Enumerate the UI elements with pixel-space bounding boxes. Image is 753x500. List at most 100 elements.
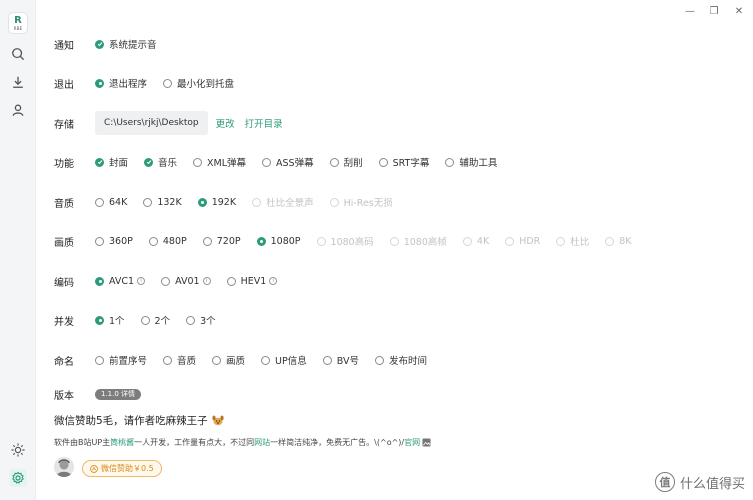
features-label: 功能	[54, 158, 74, 170]
radio-icon	[202, 236, 212, 246]
codec-av01-radio[interactable]: AV01 i	[161, 275, 211, 287]
naming-video-checkbox[interactable]: 画质	[212, 353, 245, 367]
radio-disabled-icon	[505, 236, 515, 246]
user-icon[interactable]	[9, 101, 27, 119]
info-icon[interactable]: i	[269, 277, 278, 285]
version-badge[interactable]: 1.1.0 详情	[95, 388, 142, 400]
video-label: 画质	[54, 237, 74, 249]
option-label: 720P	[216, 235, 241, 247]
naming-up-checkbox[interactable]: UP信息	[261, 353, 307, 367]
option-label: 64K	[109, 196, 128, 208]
feature-music-checkbox[interactable]: 音乐	[144, 155, 177, 169]
radio-selected-icon	[256, 236, 266, 246]
video-1080p-radio[interactable]: 1080P	[256, 235, 301, 247]
search-icon[interactable]	[9, 45, 27, 63]
close-button[interactable]: ✕	[732, 4, 746, 18]
storage-path-field[interactable]: C:\Users\rjkj\Desktop	[95, 111, 208, 135]
sponsor-description: 软件由B站UP主 筒桃酱 一人开发，工作量有点大，不过同 网站 一样简洁纯净，免…	[54, 437, 431, 448]
audio-192k-radio[interactable]: 192K	[197, 196, 237, 208]
video-dolby-radio: 杜比	[556, 234, 589, 248]
naming-index-checkbox[interactable]: 前置序号	[95, 353, 147, 367]
dog-emoji-icon	[212, 415, 224, 426]
option-label: 前置序号	[109, 356, 148, 367]
site-link[interactable]: 网站	[254, 437, 270, 448]
audio-dolby-radio: 杜比全景声	[252, 195, 314, 209]
audio-64k-radio[interactable]: 64K	[95, 197, 127, 208]
concurrency-3-radio[interactable]: 3个	[186, 313, 216, 327]
concurrency-1-radio[interactable]: 1个	[95, 313, 125, 327]
feature-srt-checkbox[interactable]: SRT字幕	[378, 155, 429, 169]
sun-icon[interactable]	[9, 441, 27, 459]
option-label: 最小化到托盘	[177, 79, 235, 90]
info-icon[interactable]: i	[202, 277, 211, 285]
option-label: AVC1	[109, 275, 135, 287]
option-label: 1080高码	[330, 237, 374, 248]
video-1080-highfps-radio: 1080高帧	[389, 234, 447, 248]
codec-hev1-radio[interactable]: HEV1 i	[226, 276, 278, 287]
option-label: 2个	[154, 316, 171, 327]
option-label: AV01	[175, 275, 200, 287]
radio-icon	[163, 78, 173, 88]
option-label: 杜比全景声	[266, 198, 314, 209]
maximize-button[interactable]: ❐	[707, 4, 721, 18]
avatar-image-icon	[54, 457, 74, 477]
notify-sound-checkbox[interactable]: 系统提示音	[95, 37, 157, 51]
option-label: 1080P	[270, 235, 301, 247]
option-label: ASS弹幕	[276, 158, 314, 169]
watermark: 值 什么值得买	[654, 472, 745, 492]
naming-audio-checkbox[interactable]: 音质	[163, 353, 196, 367]
concurrency-2-radio[interactable]: 2个	[140, 313, 171, 327]
feature-scrape-checkbox[interactable]: 刮削	[329, 155, 363, 169]
author-link[interactable]: 筒桃酱	[110, 437, 134, 448]
minimize-button[interactable]: —	[683, 4, 697, 18]
checkbox-icon	[262, 157, 272, 167]
wechat-sponsor-button[interactable]: 微信赞助￥0.5	[82, 460, 162, 477]
radio-selected-icon	[95, 315, 104, 325]
option-label: 刮削	[343, 158, 363, 169]
naming-date-checkbox[interactable]: 发布时间	[374, 353, 427, 367]
video-hdr-radio: HDR	[505, 236, 540, 247]
checkbox-icon	[445, 157, 455, 167]
option-label: 192K	[211, 196, 237, 208]
change-path-link[interactable]: 更改	[216, 116, 235, 130]
radio-icon	[95, 236, 104, 246]
option-label: Hi-Res无损	[343, 198, 393, 209]
audio-132k-radio[interactable]: 132K	[143, 197, 182, 208]
info-icon[interactable]: i	[137, 277, 146, 285]
option-label: 3个	[200, 316, 216, 327]
gear-icon[interactable]	[9, 469, 27, 487]
official-site-link[interactable]: 官网	[404, 437, 420, 448]
version-label: 版本	[54, 390, 74, 402]
video-360p-radio[interactable]: 360P	[95, 236, 133, 247]
option-label: 退出程序	[109, 79, 148, 90]
sponsor-button-label: 微信赞助￥0.5	[101, 464, 154, 473]
option-label: 发布时间	[388, 356, 427, 367]
option-label: 杜比	[570, 237, 590, 248]
checkbox-icon	[378, 157, 388, 167]
feature-ass-checkbox[interactable]: ASS弹幕	[262, 155, 314, 169]
naming-bv-checkbox[interactable]: BV号	[322, 353, 359, 367]
option-label: 1080高帧	[403, 237, 447, 248]
minimize-tray-radio[interactable]: 最小化到托盘	[163, 76, 234, 90]
open-folder-link[interactable]: 打开目录	[245, 116, 283, 130]
radio-icon	[143, 197, 153, 207]
notify-label: 通知	[54, 40, 74, 52]
codec-avc1-radio[interactable]: AVC1 i	[95, 275, 146, 287]
watermark-logo-icon: 值	[654, 472, 675, 492]
watermark-text: 什么值得买	[679, 476, 745, 492]
download-icon[interactable]	[9, 73, 27, 91]
option-label: 系统提示音	[109, 40, 157, 51]
option-label: 1个	[109, 316, 125, 327]
feature-tools-checkbox[interactable]: 辅助工具	[445, 155, 497, 169]
radio-icon	[186, 315, 196, 325]
video-480p-radio[interactable]: 480P	[148, 236, 187, 247]
logo-letter: R	[14, 14, 22, 26]
app-logo: R RBE	[8, 12, 28, 34]
feature-xml-checkbox[interactable]: XML弹幕	[193, 155, 246, 169]
exit-program-radio[interactable]: 退出程序	[95, 76, 147, 90]
image-icon	[422, 438, 431, 447]
audio-label: 音质	[54, 198, 74, 210]
option-label: 封面	[109, 158, 129, 169]
video-720p-radio[interactable]: 720P	[202, 235, 241, 247]
feature-cover-checkbox[interactable]: 封面	[95, 155, 128, 169]
